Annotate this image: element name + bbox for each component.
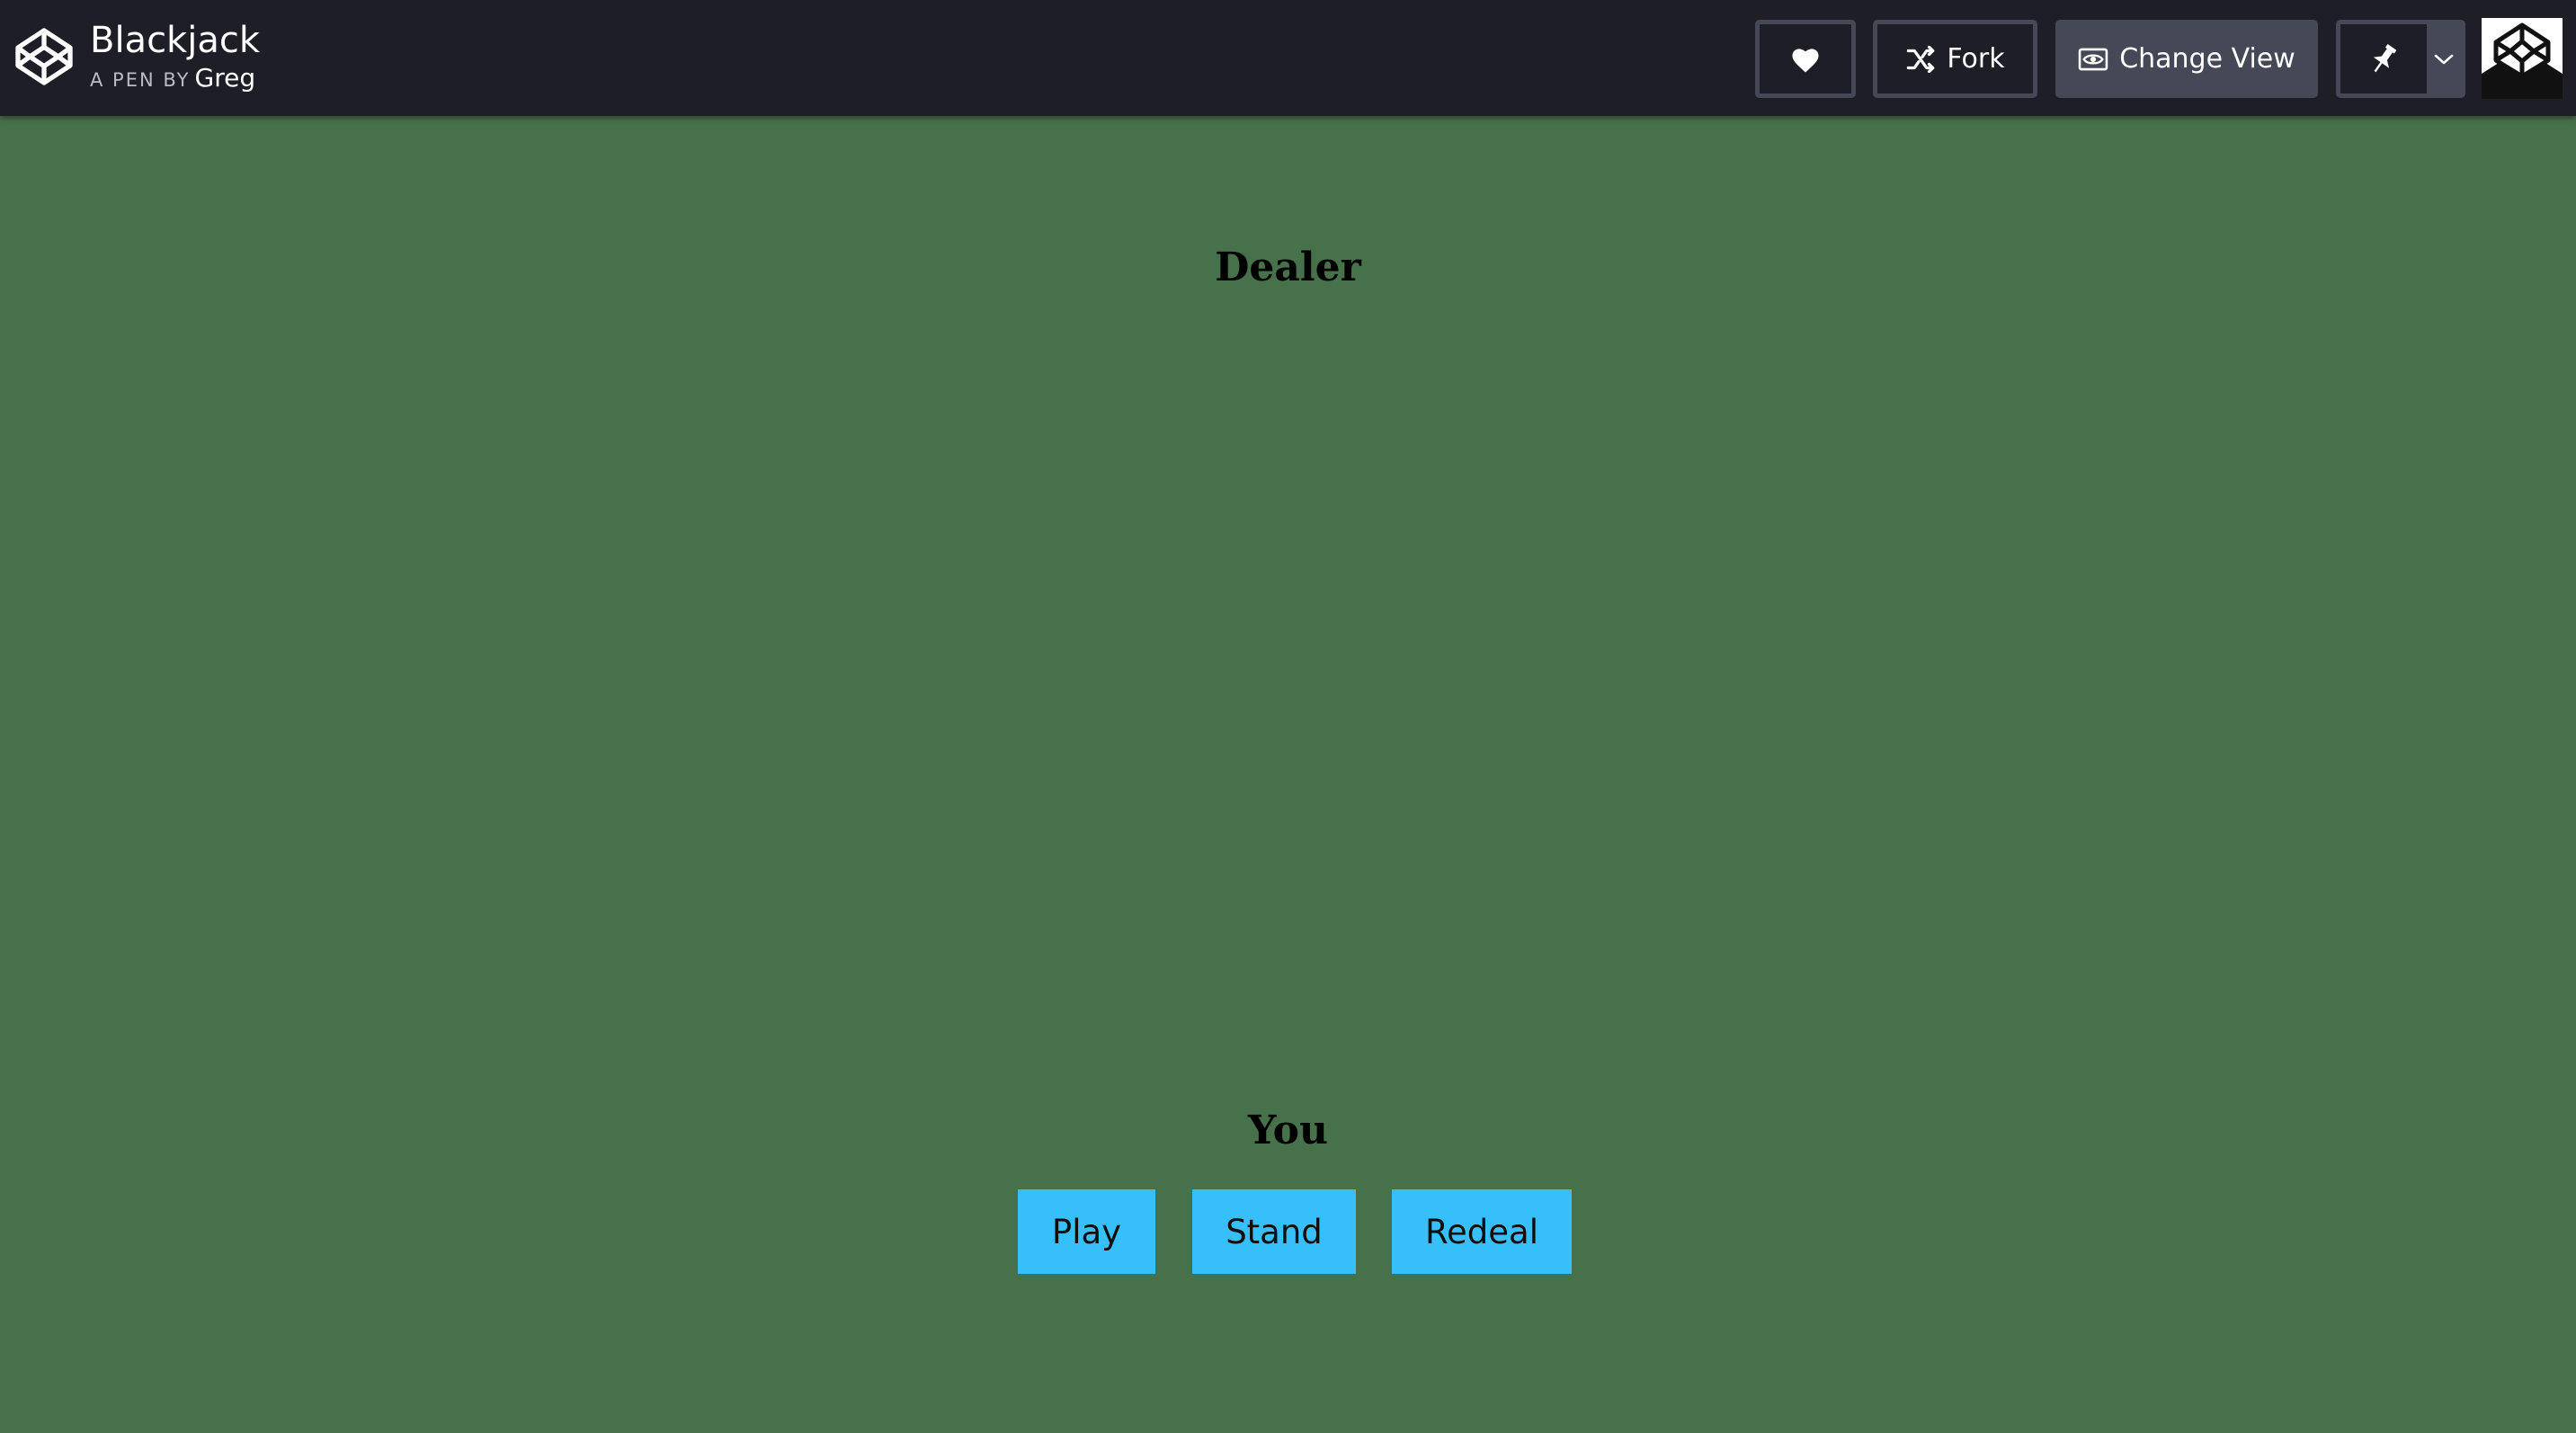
pin-icon <box>2373 43 2397 72</box>
author-link[interactable]: Greg <box>195 63 256 93</box>
fork-button[interactable]: Fork <box>1873 20 2037 98</box>
redeal-button[interactable]: Redeal <box>1392 1189 1572 1274</box>
codepen-logo-icon[interactable] <box>14 27 74 86</box>
fork-icon <box>1907 45 1935 73</box>
fork-label: Fork <box>1947 43 2005 75</box>
pin-button[interactable] <box>2340 24 2427 93</box>
play-button[interactable]: Play <box>1018 1189 1155 1274</box>
dealer-heading: Dealer <box>1215 245 1361 290</box>
pen-title: Blackjack <box>90 20 261 61</box>
player-heading: You <box>1248 1108 1328 1153</box>
byline-prefix: A PEN BY <box>90 69 191 91</box>
pin-button-group <box>2336 20 2465 98</box>
pen-byline: A PEN BY Greg <box>90 63 255 97</box>
heart-button[interactable] <box>1755 20 1856 98</box>
change-view-button[interactable]: Change View <box>2055 20 2318 98</box>
heart-icon <box>1792 48 1819 73</box>
pen-header: Blackjack A PEN BY Greg Fork Change View <box>0 0 2576 116</box>
pin-dropdown-button[interactable] <box>2427 24 2461 93</box>
user-avatar[interactable] <box>2482 18 2563 99</box>
stand-button[interactable]: Stand <box>1192 1189 1356 1274</box>
chevron-down-icon <box>2434 54 2454 64</box>
change-view-label: Change View <box>2119 43 2295 75</box>
eye-icon <box>2078 48 2108 70</box>
avatar-codepen-icon <box>2482 18 2563 99</box>
